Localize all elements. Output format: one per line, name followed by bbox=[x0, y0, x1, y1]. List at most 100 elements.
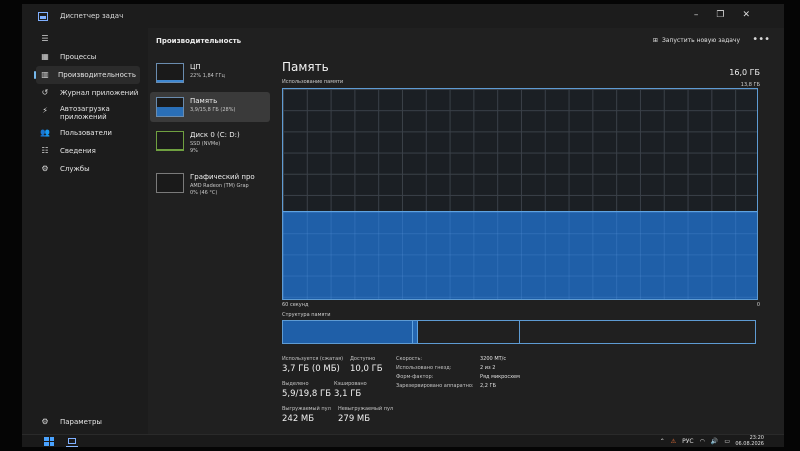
memory-total: 16,0 ГБ bbox=[729, 68, 760, 77]
sidebar-item-details[interactable]: ☷ Сведения bbox=[22, 142, 148, 160]
sidebar-item-users[interactable]: 👥 Пользователи bbox=[22, 124, 148, 142]
memory-structure-standby[interactable] bbox=[418, 321, 520, 343]
sidebar-item-processes[interactable]: ▦ Процессы bbox=[22, 48, 148, 66]
minimize-button[interactable]: – bbox=[694, 10, 699, 20]
cpu-mini-graph bbox=[156, 63, 184, 83]
stat-label: Невыгружаемый пул bbox=[338, 406, 394, 412]
stat-value: 3,1 ГБ bbox=[334, 389, 362, 399]
device-usage: 9% bbox=[190, 148, 198, 154]
window-title: Диспетчер задач bbox=[60, 12, 124, 20]
sidebar-item-label: Процессы bbox=[60, 53, 97, 61]
memory-usage-label: Использование памяти bbox=[282, 79, 344, 85]
device-item-disk[interactable]: Диск 0 (C: D:) SSD (NVMe) 9% bbox=[150, 126, 270, 164]
memory-panel: Память 16,0 ГБ Использование памяти 13,8… bbox=[282, 54, 760, 434]
stat-value: 3,7 ГБ (0 МБ) bbox=[282, 364, 340, 374]
stat-value: 5,9/19,8 ГБ bbox=[282, 389, 332, 399]
stat-value: 10,0 ГБ bbox=[350, 364, 383, 374]
detail-value: 3200 МТ/с bbox=[480, 356, 507, 362]
stat-value: 242 МБ bbox=[282, 414, 315, 424]
battery-icon[interactable]: ▭ bbox=[724, 438, 730, 445]
new-task-icon: ⊞ bbox=[652, 37, 658, 44]
gear-icon: ⚙ bbox=[41, 417, 49, 426]
warning-icon[interactable]: ⚠ bbox=[671, 438, 676, 445]
maximize-button[interactable]: ❐ bbox=[716, 10, 724, 20]
detail-speed: Скорость: 3200 МТ/с bbox=[396, 356, 506, 362]
more-options-button[interactable]: ••• bbox=[752, 34, 770, 45]
sidebar-item-label: Сведения bbox=[60, 147, 96, 155]
window-controls: – ❐ ✕ bbox=[694, 10, 750, 20]
device-type: SSD (NVMe) bbox=[190, 141, 221, 147]
language-indicator[interactable]: РУС bbox=[682, 438, 693, 445]
startup-icon: ⚡ bbox=[42, 106, 48, 115]
stat-label: Используется (сжатая) bbox=[282, 356, 344, 362]
wifi-icon[interactable]: ◠ bbox=[700, 438, 705, 445]
detail-label: Использовано гнезд: bbox=[396, 365, 452, 371]
details-icon: ☷ bbox=[41, 146, 49, 155]
detail-label: Скорость: bbox=[396, 356, 423, 362]
stat-paged-pool: Выгружаемый пул 242 МБ bbox=[282, 406, 331, 424]
detail-label: Форм-фактор: bbox=[396, 374, 434, 380]
sidebar-item-label: Службы bbox=[60, 165, 90, 173]
stat-label: Выгружаемый пул bbox=[282, 406, 331, 412]
volume-icon[interactable]: 🔊 bbox=[711, 438, 718, 445]
stat-label: Выделено bbox=[282, 381, 309, 387]
memory-usage-fill bbox=[283, 210, 757, 299]
taskbar-clock[interactable]: 23:20 06.08.2026 bbox=[735, 435, 764, 447]
device-item-cpu[interactable]: ЦП 22% 1,84 ГГц bbox=[150, 58, 270, 88]
detail-form-factor: Форм-фактор: Ряд микросхем bbox=[396, 374, 520, 380]
device-name: Память bbox=[190, 97, 218, 105]
device-name: Графический про bbox=[190, 173, 255, 181]
device-list: ЦП 22% 1,84 ГГц Память 3,9/15,8 ГБ (28%)… bbox=[148, 54, 272, 434]
detail-hardware-reserved: Зарезервировано аппаратно: 2,2 ГБ bbox=[396, 383, 496, 389]
run-new-task-button[interactable]: ⊞ Запустить новую задачу bbox=[653, 37, 740, 44]
task-manager-window: Диспетчер задач – ❐ ✕ ☰ ▦ Процессы ▥ Про… bbox=[22, 4, 784, 447]
content-header: Производительность ⊞ Запустить новую зад… bbox=[148, 28, 784, 54]
detail-slots: Использовано гнезд: 2 из 2 bbox=[396, 365, 495, 371]
system-tray: ⌃ ⚠ РУС ◠ 🔊 ▭ bbox=[660, 438, 730, 445]
performance-icon: ▥ bbox=[41, 70, 49, 79]
stat-value: 279 МБ bbox=[338, 414, 371, 424]
grid-icon: ▦ bbox=[41, 52, 49, 61]
stat-label: Доступно bbox=[350, 356, 376, 362]
device-usage: 22% 1,84 ГГц bbox=[190, 73, 225, 79]
hamburger-icon: ☰ bbox=[41, 34, 49, 43]
graph-time-label: 60 секунд bbox=[282, 302, 309, 308]
device-usage: 3,9/15,8 ГБ (28%) bbox=[190, 107, 236, 113]
taskbar: ⌃ ⚠ РУС ◠ 🔊 ▭ 23:20 06.08.2026 bbox=[22, 434, 784, 447]
sidebar-item-label: Пользователи bbox=[60, 129, 112, 137]
sidebar-item-app-history[interactable]: ↺ Журнал приложений bbox=[22, 84, 148, 102]
sidebar-item-settings[interactable]: ⚙ Параметры bbox=[22, 413, 148, 431]
device-name: ЦП bbox=[190, 63, 201, 71]
run-new-task-label: Запустить новую задачу bbox=[661, 37, 740, 44]
device-type: AMD Radeon (TM) Grap bbox=[190, 183, 249, 189]
detail-value: 2 из 2 bbox=[480, 365, 496, 371]
device-usage: 0% (46 °C) bbox=[190, 190, 218, 196]
stat-committed: Выделено 5,9/19,8 ГБ bbox=[282, 381, 331, 399]
sidebar-item-startup[interactable]: ⚡ Автозагрузка приложений bbox=[22, 102, 148, 124]
chevron-up-icon[interactable]: ⌃ bbox=[660, 438, 665, 445]
memory-structure-label: Структура памяти bbox=[282, 312, 331, 318]
sidebar-item-performance[interactable]: ▥ Производительность bbox=[34, 66, 140, 84]
task-manager-icon bbox=[68, 438, 76, 444]
graph-zero-label: 0 bbox=[756, 302, 760, 308]
memory-mini-graph bbox=[156, 97, 184, 117]
device-item-gpu[interactable]: Графический про AMD Radeon (TM) Grap 0% … bbox=[150, 168, 270, 206]
memory-structure-in-use[interactable] bbox=[283, 321, 413, 343]
close-button[interactable]: ✕ bbox=[742, 10, 750, 20]
task-manager-icon bbox=[38, 11, 48, 21]
taskbar-task-manager-button[interactable] bbox=[66, 436, 78, 447]
users-icon: 👥 bbox=[40, 128, 50, 137]
disk-mini-graph bbox=[156, 131, 184, 151]
memory-structure-free[interactable] bbox=[520, 321, 757, 343]
device-item-memory[interactable]: Память 3,9/15,8 ГБ (28%) bbox=[150, 92, 270, 122]
services-icon: ⚙ bbox=[41, 164, 49, 173]
sidebar-item-label: Автозагрузка приложений bbox=[60, 105, 110, 121]
stat-in-use: Используется (сжатая) 3,7 ГБ (0 МБ) bbox=[282, 356, 343, 374]
sidebar-item-services[interactable]: ⚙ Службы bbox=[22, 160, 148, 178]
hamburger-menu-button[interactable]: ☰ bbox=[22, 30, 148, 48]
title-bar: Диспетчер задач – ❐ ✕ bbox=[22, 4, 784, 28]
start-button[interactable] bbox=[44, 437, 54, 446]
stat-cached: Кэшировано 3,1 ГБ bbox=[334, 381, 367, 399]
stat-available: Доступно 10,0 ГБ bbox=[350, 356, 383, 374]
sidebar: ☰ ▦ Процессы ▥ Производительность ↺ Журн… bbox=[22, 28, 148, 434]
